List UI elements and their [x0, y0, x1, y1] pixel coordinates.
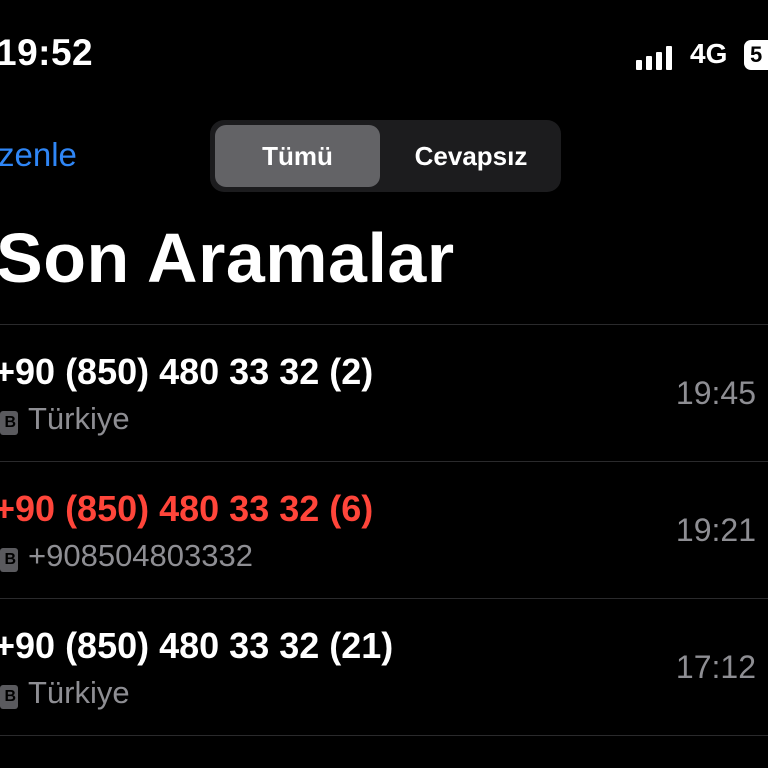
status-bar: 19:52 4G 5: [0, 0, 768, 110]
network-type: 4G: [690, 38, 728, 69]
call-number: +90 (850) 480 33 32 (2): [0, 351, 374, 392]
call-row[interactable]: +90 (850) 480 33 32 (2) B Türkiye 19:45: [0, 325, 768, 461]
call-location: Türkiye: [28, 401, 130, 436]
call-time: 17:12: [675, 649, 756, 685]
call-location: +908504803332: [28, 538, 253, 573]
segment-all[interactable]: Tümü: [215, 125, 380, 187]
battery-icon: 5: [744, 40, 768, 70]
sim-b-icon: B: [0, 548, 18, 572]
call-row[interactable]: +90 (850) 480 33 32 (21) B Türkiye 17:12: [0, 599, 768, 735]
call-time: 19:45: [675, 375, 756, 411]
call-subtitle: B Türkiye: [0, 675, 130, 711]
call-row[interactable]: +90 (850) 480 33 32 (6) B +908504803332 1…: [0, 462, 768, 598]
call-number: +90 (850) 480 33 32 (21): [0, 625, 394, 666]
divider: [0, 735, 768, 736]
call-subtitle: B Türkiye: [0, 401, 130, 437]
edit-button[interactable]: zenle: [0, 136, 77, 174]
call-filter-segmented-control: Tümü Cevapsız: [210, 120, 561, 192]
call-subtitle: B +908504803332: [0, 538, 253, 574]
call-number-missed: +90 (850) 480 33 32 (6): [0, 488, 374, 529]
segment-missed[interactable]: Cevapsız: [385, 125, 557, 187]
call-time: 19:21: [675, 512, 756, 548]
page-title: Son Aramalar: [0, 219, 455, 297]
cellular-signal-icon: [636, 40, 680, 70]
sim-b-icon: B: [0, 411, 18, 435]
sim-b-icon: B: [0, 685, 18, 709]
call-location: Türkiye: [28, 675, 130, 710]
status-time: 19:52: [0, 32, 94, 73]
